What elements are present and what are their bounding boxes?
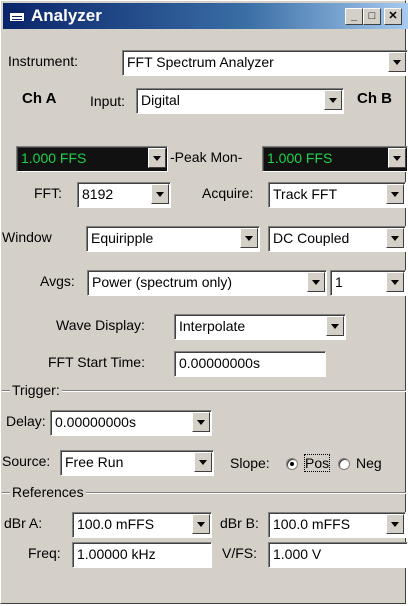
wave-display-dropdown-icon[interactable] xyxy=(326,316,344,336)
delay-select[interactable]: 0.00000000s xyxy=(50,410,212,436)
window-title: Analyzer xyxy=(31,6,102,25)
vfs-input[interactable]: 1.000 V xyxy=(268,542,408,568)
fft-label: FFT: xyxy=(34,185,62,201)
acquire-label: Acquire: xyxy=(202,185,254,201)
trigger-group-line xyxy=(2,390,406,392)
trigger-group-label: Trigger: xyxy=(10,382,62,398)
input-select[interactable]: Digital xyxy=(136,88,344,114)
trigger-source-value[interactable]: Free Run xyxy=(60,450,214,476)
delay-dropdown-icon[interactable] xyxy=(192,412,210,432)
coupling-select[interactable]: DC Coupled xyxy=(268,226,406,252)
avgs-label: Avgs: xyxy=(40,273,75,289)
coupling-dropdown-icon[interactable] xyxy=(386,228,404,248)
peak-left-dropdown-icon[interactable] xyxy=(148,148,166,168)
dbr-a-select[interactable]: 100.0 mFFS xyxy=(72,512,212,538)
wave-display-value[interactable]: Interpolate xyxy=(174,314,346,340)
acquire-select[interactable]: Track FFT xyxy=(268,182,406,208)
fft-size-dropdown-icon[interactable] xyxy=(151,184,169,204)
window-label: Window xyxy=(2,229,52,245)
instrument-dropdown-icon[interactable] xyxy=(388,52,406,72)
slope-pos-radio[interactable] xyxy=(286,458,298,470)
delay-value[interactable]: 0.00000000s xyxy=(50,410,212,436)
slope-label: Slope: xyxy=(230,455,270,471)
dbr-b-dropdown-icon[interactable] xyxy=(386,514,404,534)
minimize-button[interactable]: _ xyxy=(345,8,363,25)
input-dropdown-icon[interactable] xyxy=(324,90,342,110)
slope-neg-label[interactable]: Neg xyxy=(356,455,382,471)
trigger-source-dropdown-icon[interactable] xyxy=(194,452,212,472)
input-label: Input: xyxy=(90,93,126,109)
delay-label: Delay: xyxy=(6,413,46,429)
dbr-b-label: dBr B: xyxy=(220,515,259,531)
freq-label: Freq: xyxy=(28,545,61,561)
instrument-select[interactable]: FFT Spectrum Analyzer xyxy=(122,50,408,76)
dbr-a-dropdown-icon[interactable] xyxy=(192,514,210,534)
vfs-label: V/FS: xyxy=(222,545,258,561)
window-function-select[interactable]: Equiripple xyxy=(86,226,260,252)
avgs-mode-dropdown-icon[interactable] xyxy=(307,272,325,292)
window-function-dropdown-icon[interactable] xyxy=(240,228,258,248)
slope-neg-radio[interactable] xyxy=(338,458,350,470)
peak-right-dropdown-icon[interactable] xyxy=(388,148,406,168)
wave-display-select[interactable]: Interpolate xyxy=(174,314,346,340)
instrument-label: Instrument: xyxy=(8,53,79,69)
peak-right-value: 1.000 FFS xyxy=(262,146,408,172)
references-group-label: References xyxy=(10,484,86,500)
window-icon xyxy=(9,9,25,22)
peak-left-select[interactable]: 1.000 FFS xyxy=(16,146,168,172)
window-function-value[interactable]: Equiripple xyxy=(86,226,260,252)
channel-b-label: Ch B xyxy=(357,90,392,107)
peak-left-value: 1.000 FFS xyxy=(16,146,168,172)
slope-pos-label[interactable]: Pos xyxy=(303,454,331,472)
source-label: Source: xyxy=(2,453,51,469)
channel-a-label: Ch A xyxy=(22,90,57,107)
dbr-a-label: dBr A: xyxy=(4,515,43,531)
dbr-b-select[interactable]: 100.0 mFFS xyxy=(268,512,406,538)
trigger-source-select[interactable]: Free Run xyxy=(60,450,214,476)
wave-display-label: Wave Display: xyxy=(56,317,145,333)
fft-size-select[interactable]: 8192 xyxy=(77,182,171,208)
avgs-mode-value[interactable]: Power (spectrum only) xyxy=(87,270,327,296)
close-button[interactable]: ✕ xyxy=(384,8,402,25)
freq-input[interactable]: 1.00000 kHz xyxy=(72,542,212,568)
fft-start-time-label: FFT Start Time: xyxy=(48,354,145,370)
input-value[interactable]: Digital xyxy=(136,88,344,114)
acquire-dropdown-icon[interactable] xyxy=(386,184,404,204)
peak-right-select[interactable]: 1.000 FFS xyxy=(262,146,408,172)
instrument-value[interactable]: FFT Spectrum Analyzer xyxy=(122,50,408,76)
peak-monitor-label: -Peak Mon- xyxy=(170,149,243,165)
maximize-button[interactable]: □ xyxy=(363,8,381,25)
dbr-a-value[interactable]: 100.0 mFFS xyxy=(72,512,212,538)
title-bar[interactable]: Analyzer _ □ ✕ xyxy=(3,3,408,29)
fft-start-time-input[interactable]: 0.00000000s xyxy=(174,351,326,377)
avgs-count-dropdown-icon[interactable] xyxy=(386,272,404,292)
avgs-mode-select[interactable]: Power (spectrum only) xyxy=(87,270,327,296)
avgs-count-select[interactable]: 1 xyxy=(330,270,406,296)
